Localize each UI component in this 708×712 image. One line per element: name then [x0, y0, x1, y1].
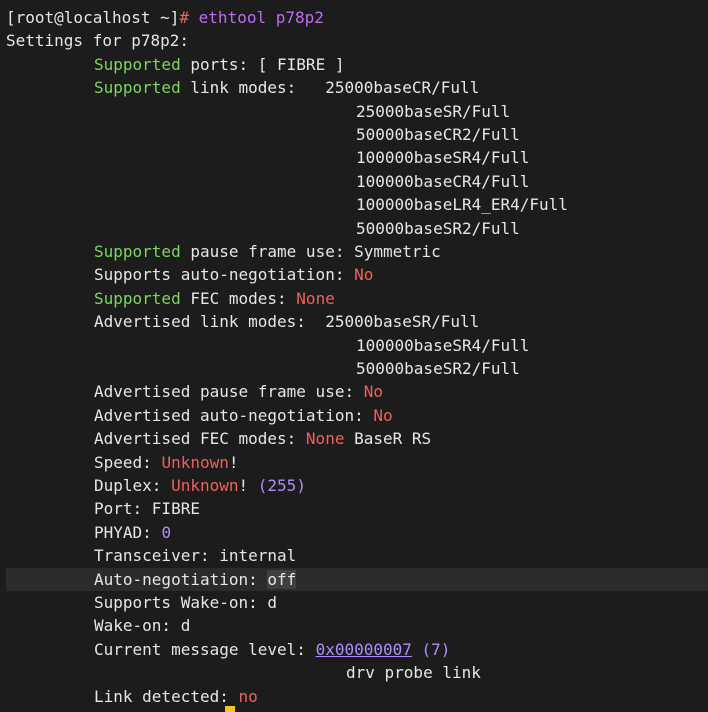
adv-fec-none: None [305, 429, 345, 449]
supports-wol-line: Supports Wake-on: d [94, 591, 708, 614]
command: ethtool p78p2 [189, 8, 324, 27]
duplex-value: Unknown [171, 476, 239, 495]
msg-level-paren-open: ( [411, 639, 432, 659]
adv-autoneg-value: No [373, 405, 393, 425]
fec-label: FEC modes: [180, 288, 297, 308]
speed-value: Unknown [161, 452, 229, 472]
mode-text: 50000baseCR2/Full [356, 125, 520, 144]
ports-text: ports: [ FIBRE ] [180, 54, 345, 74]
wol-line: Wake-on: d [94, 614, 708, 637]
speed-line: Speed: Unknown! [94, 451, 708, 474]
autoneg-label: Supports auto-negotiation: [94, 265, 355, 285]
advertised-mode-item: 50000baseSR2/Full [356, 357, 708, 380]
phyad-label: PHYAD: [94, 522, 162, 542]
mode-text: 100000baseLR4_ER4/Full [356, 195, 568, 215]
msg-level-hex[interactable]: 0x00000007 [316, 640, 412, 659]
supported-mode-item: 100000baseLR4_ER4/Full [356, 193, 708, 216]
adv-pause-label: Advertised pause frame use: [94, 382, 364, 402]
duplex-line: Duplex: Unknown! (255) [94, 474, 708, 497]
phyad-value: 0 [161, 522, 172, 542]
supported-link-modes-line: Supported link modes: 25000baseCR/Full [94, 76, 708, 99]
wol-text: Wake-on: d [94, 616, 191, 636]
mode-text: 100000baseCR4/Full [356, 171, 530, 191]
advertised-link-modes-line: Advertised link modes: 25000baseSR/Full [94, 310, 708, 333]
adv-fec-line: Advertised FEC modes: None BaseR RS [94, 427, 708, 450]
phyad-line: PHYAD: 0 [94, 521, 708, 544]
settings-header: Settings for p78p2: [6, 29, 708, 52]
supported-word: Supported [94, 54, 181, 74]
prompt-line: [root@localhost ~]# ethtool p78p2 [6, 6, 708, 29]
transceiver-line: Transceiver: internal [94, 544, 708, 567]
msg-level-dec: 7 [431, 639, 441, 659]
supported-word: Supported [94, 288, 181, 308]
supported-mode-item: 25000baseSR/Full [356, 100, 708, 123]
msg-level-paren-close: ) [440, 639, 451, 659]
adv-pause-line: Advertised pause frame use: No [94, 380, 708, 403]
duplex-number: 255 [267, 476, 297, 495]
duplex-label: Duplex: [94, 476, 172, 495]
supported-ports-line: Supported ports: [ FIBRE ] [94, 53, 708, 76]
cursor [225, 706, 235, 712]
link-label: Link detected [94, 686, 220, 706]
autoneg-line-highlighted: Auto-negotiation: off [6, 567, 708, 591]
mode-text: 100000baseSR4/Full [356, 335, 530, 355]
adv-autoneg-line: Advertised auto-negotiation: No [94, 404, 708, 427]
transceiver-text: Transceiver: internal [94, 546, 297, 566]
mode-text: 25000baseSR/Full [356, 101, 511, 121]
supported-mode-item: 100000baseCR4/Full [356, 170, 708, 193]
duplex-paren-close: ) [296, 476, 306, 495]
msg-level-label: Current message level: [94, 639, 316, 659]
adv-link-text: Advertised link modes: 25000baseSR/Full [94, 312, 480, 332]
duplex-paren-open: ( [248, 476, 268, 495]
prompt: [root@localhost ~] [6, 8, 180, 27]
link-value: no [238, 686, 258, 706]
autoneg2-value[interactable]: off [267, 569, 297, 589]
terminal-window[interactable]: [root@localhost ~]# ethtool p78p2 Settin… [0, 0, 708, 712]
port-line: Port: FIBRE [94, 497, 708, 520]
msg-level-flags: drv probe link [346, 663, 481, 683]
prompt-hash: # [179, 8, 190, 27]
supported-mode-item: 50000baseCR2/Full [356, 123, 708, 146]
supported-word: Supported [94, 78, 181, 98]
adv-fec-label: Advertised FEC modes: [94, 429, 306, 449]
fec-value: None [296, 288, 335, 308]
autoneg2-label: Auto-negotiation: [94, 569, 268, 589]
settings-for-text: Settings for p78p2: [6, 31, 190, 51]
adv-pause-value: No [363, 382, 383, 402]
mode-text: 100000baseSR4/Full [356, 148, 530, 168]
msg-level-flags-line: drv probe link [346, 661, 708, 684]
link-detected-line: Link detected: no [94, 685, 708, 708]
supported-fec-line: Supported FEC modes: None [94, 287, 708, 310]
speed-label: Speed: [94, 452, 162, 472]
msg-level-line: Current message level: 0x00000007 (7) [94, 638, 708, 661]
advertised-mode-item: 100000baseSR4/Full [356, 334, 708, 357]
duplex-bang: ! [238, 476, 249, 495]
supports-autoneg-line: Supports auto-negotiation: No [94, 263, 708, 286]
adv-autoneg-label: Advertised auto-negotiation: [94, 405, 374, 425]
adv-fec-rest: BaseR RS [344, 429, 432, 449]
port-text: Port: FIBRE [94, 499, 200, 519]
mode-text: 50000baseSR2/Full [356, 359, 520, 378]
supported-pause-line: Supported pause frame use: Symmetric [94, 240, 708, 263]
supported-mode-item: 50000baseSR2/Full [356, 217, 708, 240]
link-colon: : [219, 686, 239, 706]
speed-bang: ! [228, 452, 239, 472]
autoneg-value: No [354, 265, 374, 285]
link-modes-text: link modes: 25000baseCR/Full [180, 78, 480, 98]
supports-wol-text: Supports Wake-on: d [94, 593, 278, 612]
supported-word: Supported [94, 242, 181, 261]
pause-text: pause frame use: Symmetric [180, 242, 441, 261]
mode-text: 50000baseSR2/Full [356, 218, 520, 238]
supported-mode-item: 100000baseSR4/Full [356, 146, 708, 169]
